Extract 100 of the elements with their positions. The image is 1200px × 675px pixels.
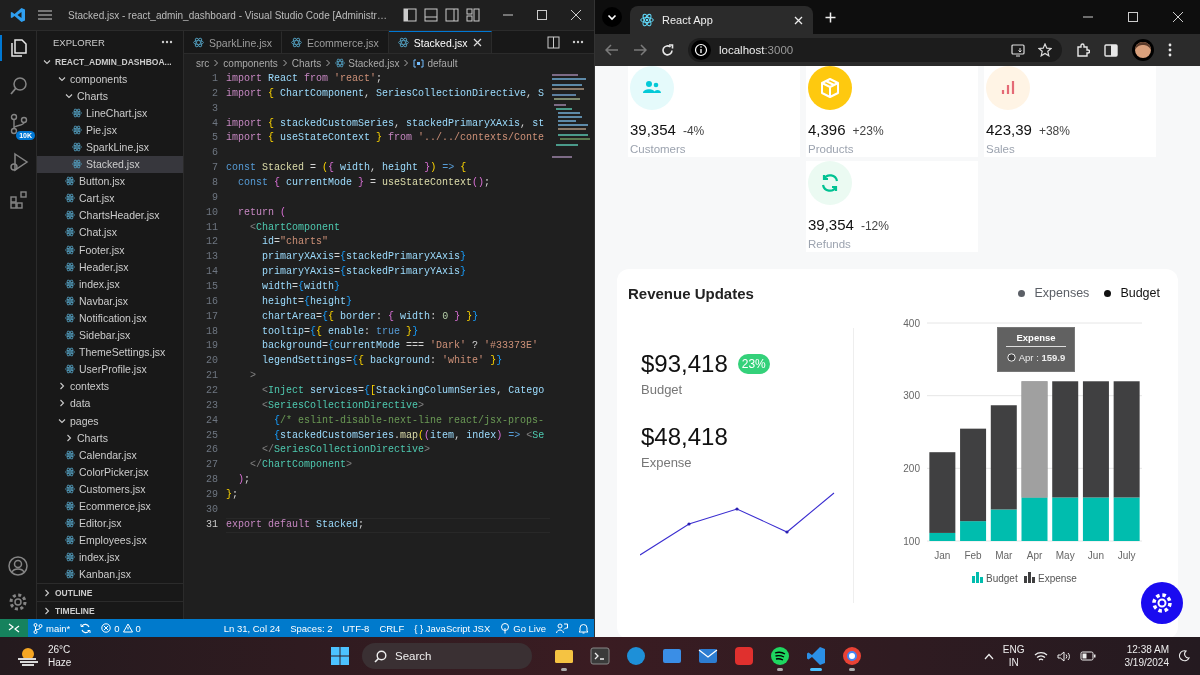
wifi-icon[interactable] (1033, 650, 1048, 662)
remote-icon[interactable] (0, 619, 28, 637)
avatar[interactable] (1132, 39, 1154, 61)
search-field[interactable]: Search (362, 643, 532, 669)
line-number: 7 (211, 161, 219, 176)
new-tab-icon[interactable] (825, 11, 836, 23)
tree-item[interactable]: REACT_ADMIN_DASHBOA... (37, 53, 183, 71)
tree-item[interactable]: SparkLine.jsx (37, 138, 183, 156)
tree-item[interactable]: ChartsHeader.jsx (37, 206, 183, 224)
tree-item[interactable]: LineChart.jsx (37, 104, 183, 122)
tree-item[interactable]: Charts (37, 429, 183, 447)
close-icon[interactable] (1172, 11, 1184, 23)
breadcrumb[interactable]: default (413, 57, 458, 69)
settings-icon[interactable] (7, 591, 29, 613)
tree-item[interactable]: index.jsx (37, 548, 183, 566)
tree-item[interactable]: ColorPicker.jsx (37, 463, 183, 481)
feedback-icon[interactable] (556, 622, 568, 634)
tree-item[interactable]: components (37, 70, 183, 88)
line-number: 21 (205, 369, 219, 384)
tree-item[interactable]: Button.jsx (37, 172, 183, 190)
tree-item[interactable]: Kanban.jsx (37, 565, 183, 583)
close-icon[interactable] (570, 9, 582, 21)
language-indicator[interactable]: ENG IN (1002, 643, 1025, 669)
bar[interactable] (990, 405, 1017, 510)
tree-item[interactable]: Charts (37, 87, 183, 105)
status-item[interactable]: { } JavaScript JSX (409, 622, 496, 634)
status-item[interactable]: CRLF (374, 622, 410, 634)
tree-item[interactable]: UserProfile.jsx (37, 360, 183, 378)
legend-label[interactable]: Expense (1038, 573, 1077, 584)
tree-item[interactable]: Navbar.jsx (37, 292, 183, 310)
tab-search-icon[interactable] (602, 7, 622, 27)
start-icon[interactable] (330, 646, 350, 666)
menu-icon[interactable] (1168, 43, 1172, 57)
tree-item[interactable]: Pie.jsx (37, 121, 183, 139)
tree-item[interactable]: Chat.jsx (37, 223, 183, 242)
tree-item[interactable]: contexts (37, 377, 183, 395)
tree-item[interactable]: Cart.jsx (37, 189, 183, 207)
bar[interactable] (960, 428, 987, 522)
tree-item[interactable]: Stacked.jsx (37, 155, 183, 173)
breadcrumb[interactable]: components (223, 57, 278, 69)
problems-status[interactable]: 0 0 (96, 622, 146, 634)
editor-tab[interactable]: Ecommerce.jsx (282, 31, 389, 53)
breadcrumb[interactable]: Stacked.jsx (335, 57, 400, 69)
tree-item[interactable]: pages (37, 411, 183, 430)
close-icon[interactable] (472, 38, 482, 47)
tree-item[interactable]: Customers.jsx (37, 480, 183, 498)
tree-item[interactable]: Calendar.jsx (37, 446, 183, 464)
layout-icon[interactable] (445, 8, 459, 22)
bar[interactable] (929, 452, 956, 533)
tree-item[interactable]: Footer.jsx (37, 241, 183, 259)
star-icon[interactable] (1038, 43, 1052, 57)
bar[interactable] (1052, 381, 1079, 498)
branch-status[interactable]: main* (28, 622, 76, 634)
atom-icon (65, 483, 75, 494)
chevron-up-icon[interactable] (983, 652, 994, 660)
tree-item[interactable]: ThemeSettings.jsx (37, 343, 183, 361)
settings-button[interactable] (1141, 582, 1183, 624)
editor-tab[interactable]: Stacked.jsx (388, 31, 492, 53)
go-live-button[interactable]: Go Live (495, 622, 551, 634)
layout-icon[interactable] (403, 8, 417, 22)
tree-item[interactable]: Employees.jsx (37, 531, 183, 549)
status-item[interactable]: Ln 31, Col 24 (218, 622, 286, 634)
tree-item[interactable]: data (37, 394, 183, 412)
speaker-icon[interactable] (1056, 650, 1071, 662)
breadcrumb[interactable]: Charts (291, 57, 322, 69)
layout-icon[interactable] (424, 8, 438, 22)
bell-icon[interactable] (578, 622, 589, 634)
install-icon[interactable] (1011, 43, 1026, 57)
status-item[interactable]: UTF-8 (337, 622, 375, 634)
address-bar[interactable]: localhost:3000 (688, 38, 1062, 62)
battery-icon[interactable] (1079, 651, 1096, 661)
bar[interactable] (1113, 381, 1140, 498)
split-editor-icon[interactable] (547, 35, 560, 49)
maximize-icon[interactable] (536, 9, 548, 21)
bar[interactable] (1082, 381, 1109, 498)
side-panel-icon[interactable] (1104, 43, 1118, 57)
moon-icon[interactable] (1178, 650, 1190, 662)
tree-item[interactable]: Notification.jsx (37, 309, 183, 327)
tree-item[interactable]: Editor.jsx (37, 514, 183, 532)
bar[interactable] (929, 532, 956, 541)
breadcrumb[interactable]: src (196, 57, 210, 69)
sync-icon[interactable] (80, 622, 92, 634)
tree-item[interactable]: index.jsx (37, 275, 183, 293)
clock[interactable]: 12:38 AM 3/19/2024 (1124, 643, 1169, 669)
tree-item[interactable]: Header.jsx (37, 258, 183, 276)
tree-item[interactable]: Sidebar.jsx (37, 326, 183, 344)
layout-icon[interactable] (466, 8, 480, 22)
section-header[interactable]: OUTLINE (37, 583, 183, 601)
tree-item[interactable]: Ecommerce.jsx (37, 497, 183, 515)
maximize-icon[interactable] (1127, 11, 1139, 23)
account-icon[interactable] (7, 555, 29, 577)
puzzle-icon[interactable] (1076, 43, 1090, 57)
more-icon[interactable] (161, 40, 173, 44)
info-icon[interactable] (691, 40, 711, 60)
legend-label[interactable]: Budget (986, 573, 1018, 584)
more-icon[interactable] (572, 40, 584, 44)
browser-tab[interactable]: React App (630, 6, 813, 34)
status-item[interactable]: Spaces: 2 (285, 622, 338, 634)
reload-icon[interactable] (661, 43, 674, 57)
editor-tab[interactable]: SparkLine.jsx (184, 31, 283, 53)
